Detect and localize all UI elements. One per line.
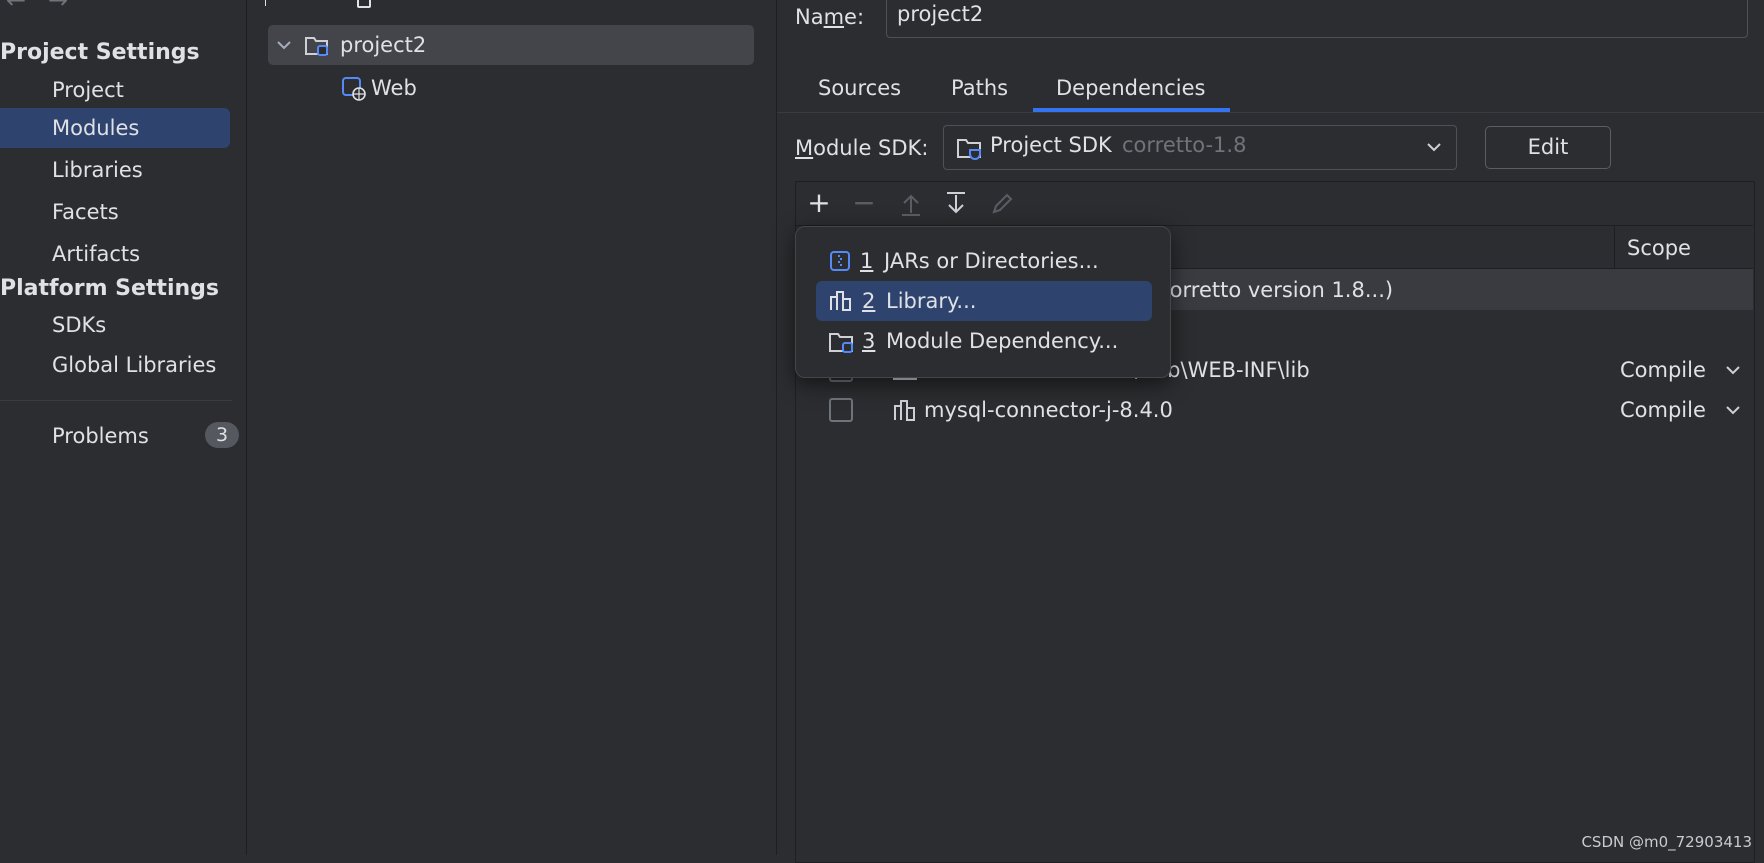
chevron-down-icon[interactable] <box>276 37 292 53</box>
module-sdk-label-rest: odule SDK: <box>813 136 929 160</box>
sidebar-divider <box>0 400 232 401</box>
move-up-icon[interactable] <box>898 191 924 217</box>
menu-item-label: JARs or Directories... <box>884 249 1099 273</box>
menu-item-jars-or-directories[interactable]: 1 JARs or Directories... <box>816 241 1152 281</box>
chevron-down-icon <box>1427 143 1441 152</box>
edit-sdk-button[interactable]: Edit <box>1485 126 1611 169</box>
project-settings-heading: Project Settings <box>0 40 200 65</box>
back-arrow-icon[interactable]: ← <box>6 0 26 14</box>
edit-pencil-icon[interactable] <box>989 191 1015 217</box>
name-label-suffix: e: <box>844 5 865 29</box>
export-checkbox[interactable] <box>829 398 853 422</box>
menu-item-number: 2 <box>862 289 876 313</box>
web-facet-icon <box>342 77 366 101</box>
menu-item-label: Library... <box>886 289 977 313</box>
module-sdk-label: Module SDK: <box>795 132 928 164</box>
tree-node-project2-label: project2 <box>340 33 427 57</box>
remove-icon[interactable]: − <box>849 188 879 218</box>
tab-dependencies[interactable]: Dependencies <box>1033 72 1230 112</box>
chevron-down-icon[interactable] <box>1726 405 1740 415</box>
library-icon <box>830 291 851 311</box>
watermark: CSDN @m0_72903413 <box>1581 833 1752 851</box>
menu-item-label: Module Dependency... <box>886 329 1119 353</box>
name-field[interactable]: project2 <box>886 0 1748 38</box>
name-label-mnemonic: m <box>823 5 845 29</box>
jar-icon <box>830 251 850 271</box>
sidebar-item-artifacts[interactable]: Artifacts <box>0 234 230 274</box>
tab-paths[interactable]: Paths <box>951 72 1008 112</box>
move-down-icon[interactable] <box>943 191 969 217</box>
name-field-value: project2 <box>897 2 984 26</box>
tree-node-web-label: Web <box>371 76 417 100</box>
library-icon <box>894 400 915 421</box>
module-tree-panel: project2 Web <box>247 0 777 855</box>
tree-node-web[interactable]: Web <box>341 68 541 108</box>
chevron-down-icon[interactable] <box>1726 365 1740 375</box>
menu-item-library[interactable]: 2 Library... <box>816 281 1152 321</box>
sidebar-item-problems[interactable]: Problems <box>0 416 230 456</box>
tree-node-project2[interactable]: project2 <box>268 25 754 65</box>
sidebar-item-facets[interactable]: Facets <box>0 192 230 232</box>
dependency-name: mysql-connector-j-8.4.0 <box>924 398 1173 422</box>
problems-count-badge: 3 <box>205 422 239 448</box>
platform-settings-heading: Platform Settings <box>0 276 219 301</box>
module-sdk-value: Project SDK <box>990 133 1112 157</box>
module-sdk-hint: corretto-1.8 <box>1122 133 1247 157</box>
menu-item-module-dependency[interactable]: 3 Module Dependency... <box>816 321 1152 361</box>
scope-column-divider <box>1614 226 1615 268</box>
tree-toolbar-remnant <box>265 0 266 6</box>
sidebar-item-global-libraries[interactable]: Global Libraries <box>0 345 230 385</box>
tab-sources[interactable]: Sources <box>818 72 901 112</box>
module-folder-icon <box>305 37 328 56</box>
forward-arrow-icon[interactable]: → <box>48 0 68 14</box>
module-sdk-dropdown[interactable]: Project SDK corretto-1.8 <box>943 125 1457 170</box>
sidebar-item-project[interactable]: Project <box>0 70 230 110</box>
add-icon[interactable]: + <box>804 188 834 218</box>
sidebar-item-libraries[interactable]: Libraries <box>0 150 230 190</box>
sdk-folder-icon <box>957 139 981 160</box>
menu-item-number: 1 <box>860 249 874 273</box>
dependency-scope[interactable]: Compile <box>1620 351 1706 389</box>
settings-sidebar: ← → Project Settings Project Modules Lib… <box>0 0 247 855</box>
name-label-prefix: Na <box>795 5 824 29</box>
tabs-divider <box>777 112 1764 113</box>
dependency-scope[interactable]: Compile <box>1620 391 1706 429</box>
module-sdk-label-mnemonic: M <box>795 136 814 160</box>
module-folder-icon <box>829 333 853 353</box>
table-row[interactable]: mysql-connector-j-8.4.0 Compile <box>796 391 1753 429</box>
name-label: Name: <box>795 2 864 32</box>
sidebar-item-modules[interactable]: Modules <box>0 108 230 148</box>
scope-column-header[interactable]: Scope <box>1627 232 1691 264</box>
sdk-dependency-text: Corretto version 1.8...) <box>1155 278 1394 302</box>
tree-toolbar-icon <box>357 0 371 8</box>
menu-item-number: 3 <box>862 329 876 353</box>
add-dependency-popup: 1 JARs or Directories... 2 Library... 3 … <box>795 226 1171 378</box>
sidebar-item-sdks[interactable]: SDKs <box>0 305 230 345</box>
